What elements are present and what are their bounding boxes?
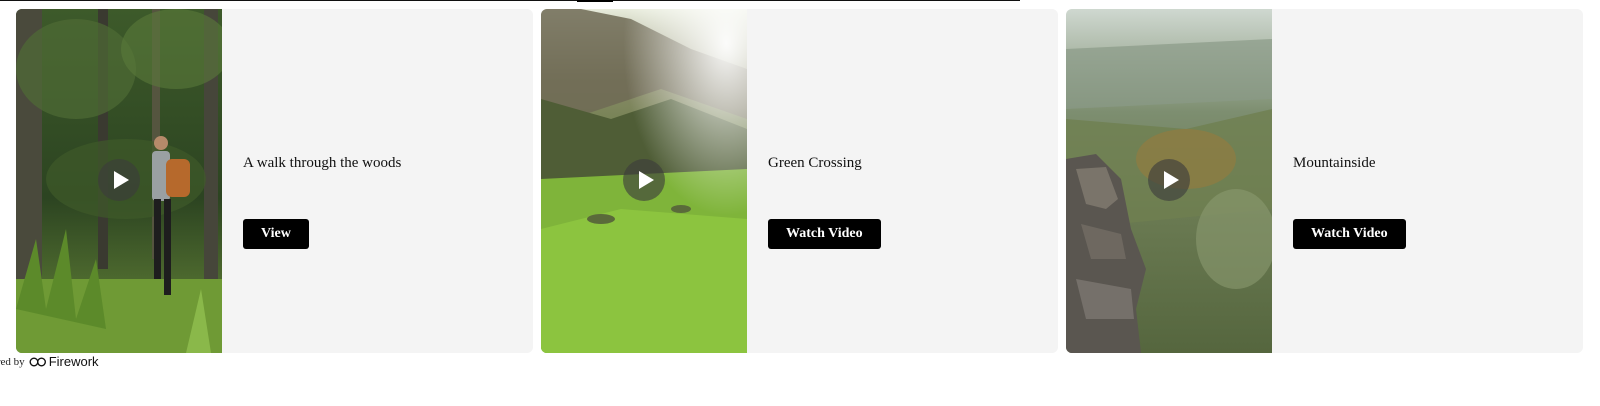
top-divider xyxy=(0,0,1020,1)
powered-by-text: ered by xyxy=(0,355,25,368)
play-button[interactable] xyxy=(1148,159,1190,201)
video-info: Green Crossing Watch Video xyxy=(747,9,1058,353)
play-icon xyxy=(113,171,129,189)
play-icon xyxy=(638,171,654,189)
powered-by-footer[interactable]: ered by Firework xyxy=(0,354,99,369)
play-button[interactable] xyxy=(98,159,140,201)
top-scroll-indicator xyxy=(577,0,613,2)
firework-logo-icon xyxy=(29,357,46,366)
watch-video-button[interactable]: Watch Video xyxy=(768,219,881,249)
firework-logo[interactable]: Firework xyxy=(29,354,99,369)
video-card[interactable]: Mountainside Watch Video xyxy=(1066,9,1583,353)
watch-video-button[interactable]: Watch Video xyxy=(1293,219,1406,249)
video-carousel: A walk through the woods View Green Cros… xyxy=(16,9,1583,353)
video-card[interactable]: Green Crossing Watch Video xyxy=(541,9,1058,353)
video-info: Mountainside Watch Video xyxy=(1272,9,1583,353)
video-info: A walk through the woods View xyxy=(222,9,533,353)
video-card[interactable]: A walk through the woods View xyxy=(16,9,533,353)
firework-brand-name: Firework xyxy=(48,354,99,369)
video-thumbnail[interactable] xyxy=(16,9,222,353)
video-title: A walk through the woods xyxy=(243,155,402,171)
video-thumbnail[interactable] xyxy=(1066,9,1272,353)
play-icon xyxy=(1163,171,1179,189)
view-button[interactable]: View xyxy=(243,219,309,249)
play-button[interactable] xyxy=(623,159,665,201)
video-title: Mountainside xyxy=(1293,155,1376,171)
video-title: Green Crossing xyxy=(768,155,862,171)
video-thumbnail[interactable] xyxy=(541,9,747,353)
